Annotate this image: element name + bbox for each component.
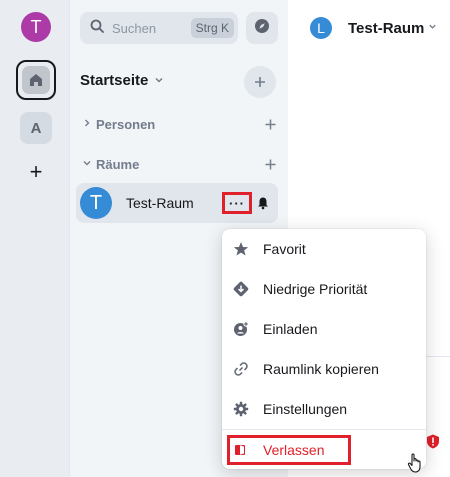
menu-item-label: Favorit [263, 241, 306, 257]
room-header[interactable]: L Test-Raum [288, 0, 450, 56]
home-title[interactable]: Startseite [80, 72, 164, 89]
shield-warning-icon [426, 434, 440, 449]
highlight-box [227, 435, 351, 465]
room-header-avatar: L [310, 17, 332, 39]
home-add-button[interactable] [244, 66, 276, 98]
section-people[interactable]: Personen [80, 114, 276, 134]
star-icon [233, 241, 249, 257]
compass-icon [254, 18, 270, 39]
menu-item-low-priority[interactable]: Niedrige Priorität [222, 269, 426, 309]
room-options-button[interactable]: ··· [222, 192, 252, 214]
chevron-down-icon [80, 158, 94, 170]
menu-item-label: Raumlink kopieren [263, 361, 379, 377]
room-header-title: Test-Raum [348, 19, 425, 37]
user-avatar[interactable]: T [21, 12, 51, 42]
menu-item-label: Niedrige Priorität [263, 281, 368, 297]
home-title-label: Startseite [80, 72, 149, 89]
room-tile-test-raum[interactable]: T Test-Raum ··· [76, 183, 278, 223]
search-button[interactable]: Suchen Strg K [80, 12, 238, 44]
plus-icon [254, 71, 266, 94]
hand-cursor-icon [407, 452, 425, 474]
search-shortcut: Strg K [190, 18, 234, 38]
space-rail: T A + [0, 0, 70, 477]
menu-item-settings[interactable]: Einstellungen [222, 389, 426, 429]
home-space-button[interactable] [16, 60, 56, 100]
chevron-down-icon [428, 22, 437, 34]
chevron-right-icon [80, 118, 94, 130]
menu-item-label: Einladen [263, 321, 318, 337]
room-name: Test-Raum [126, 195, 194, 211]
search-icon [90, 19, 104, 38]
menu-item-copy-link[interactable]: Raumlink kopieren [222, 349, 426, 389]
menu-item-label: Einstellungen [263, 401, 348, 417]
add-people-icon[interactable] [265, 114, 276, 135]
add-space-button[interactable]: + [26, 161, 46, 183]
section-label: Räume [96, 156, 140, 172]
add-room-icon[interactable] [265, 154, 276, 175]
room-avatar: T [80, 187, 112, 219]
menu-item-invite[interactable]: Einladen [222, 309, 426, 349]
home-icon [22, 66, 50, 94]
chevron-down-icon [154, 72, 164, 89]
bell-icon[interactable] [256, 196, 270, 210]
menu-item-favorite[interactable]: Favorit [222, 229, 426, 269]
space-a-button[interactable]: A [20, 112, 52, 144]
explore-rooms-button[interactable] [246, 12, 278, 44]
invite-icon [233, 321, 249, 337]
section-rooms[interactable]: Räume [80, 154, 276, 174]
search-placeholder: Suchen [112, 20, 157, 36]
room-context-menu: Favorit Niedrige Priorität Einladen Raum… [222, 229, 426, 469]
section-label: Personen [96, 116, 156, 132]
low-priority-icon [233, 281, 249, 297]
settings-icon [233, 401, 249, 417]
link-icon [233, 361, 249, 377]
